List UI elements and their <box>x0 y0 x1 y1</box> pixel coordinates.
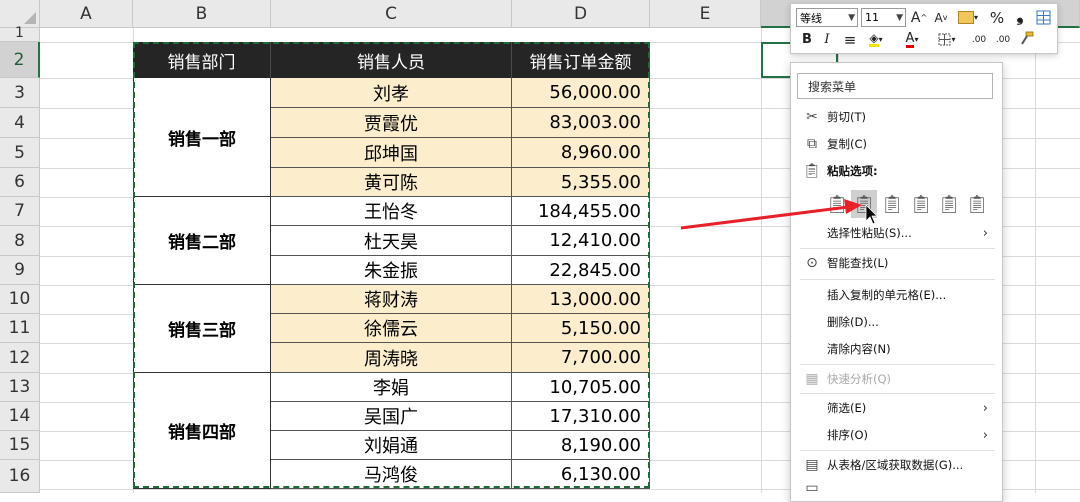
arrow-icon <box>680 199 878 230</box>
arrow-head <box>844 199 862 214</box>
arrow-line <box>680 205 849 230</box>
mouse-cursor <box>865 204 878 225</box>
